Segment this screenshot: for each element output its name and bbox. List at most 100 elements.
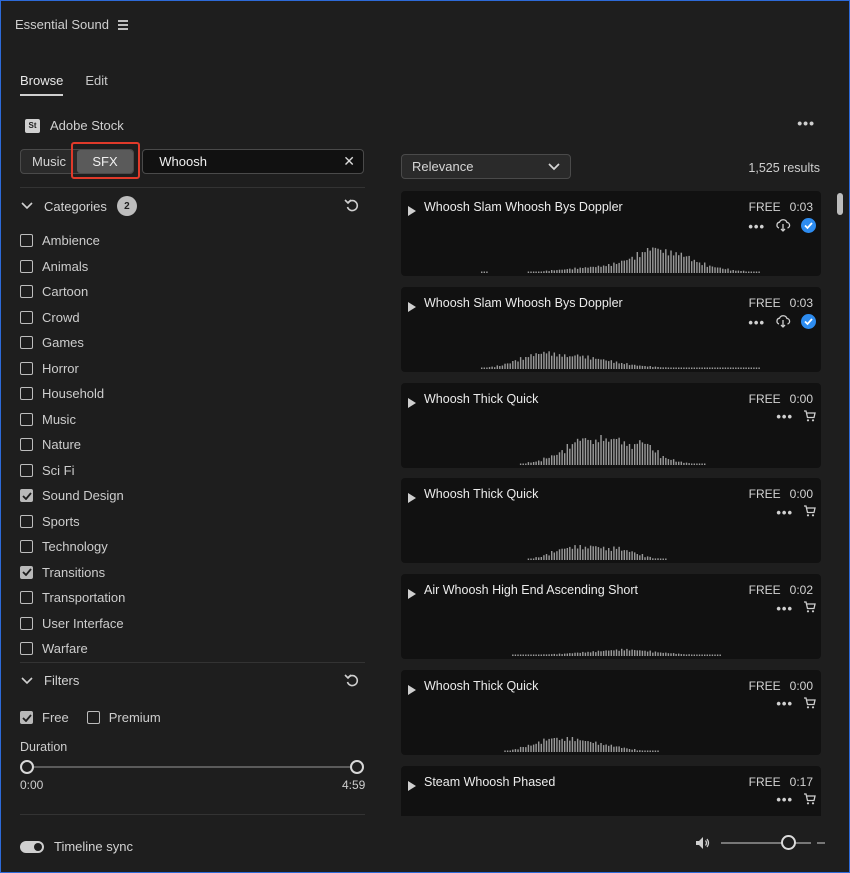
category-checkbox[interactable] <box>20 438 33 452</box>
more-icon[interactable]: ••• <box>748 220 765 233</box>
category-checkbox[interactable] <box>20 540 33 554</box>
reset-categories-icon[interactable] <box>344 197 360 213</box>
play-icon[interactable] <box>408 301 416 312</box>
waveform-bar <box>587 741 589 752</box>
category-item[interactable]: Horror <box>20 356 125 382</box>
category-item[interactable]: Nature <box>20 432 125 458</box>
category-item[interactable]: Transitions <box>20 560 125 586</box>
waveform-bar <box>716 654 719 657</box>
cloud-download-icon[interactable] <box>775 314 791 331</box>
sort-dropdown[interactable]: Relevance <box>401 154 571 179</box>
category-checkbox[interactable] <box>20 361 33 375</box>
sound-result-card[interactable]: Whoosh Thick Quick FREE 0:00 ••• <box>401 478 821 564</box>
cart-icon[interactable] <box>803 409 816 425</box>
volume-slider[interactable] <box>721 835 811 850</box>
filters-chevron-down-icon[interactable] <box>20 674 34 688</box>
tab-edit[interactable]: Edit <box>85 73 107 96</box>
premium-checkbox[interactable] <box>86 711 100 724</box>
panel-menu-icon[interactable] <box>117 20 128 30</box>
waveform[interactable] <box>401 766 821 816</box>
more-icon[interactable]: ••• <box>748 316 765 329</box>
play-icon[interactable] <box>408 493 416 504</box>
category-item[interactable]: Crowd <box>20 305 125 331</box>
more-options-button[interactable]: ••• <box>797 115 815 131</box>
sound-result-card[interactable]: Whoosh Thick Quick FREE 0:00 ••• <box>401 382 821 468</box>
sfx-toggle-button[interactable]: SFX <box>77 150 133 173</box>
category-item[interactable]: Games <box>20 330 125 356</box>
categories-chevron-down-icon[interactable] <box>20 199 34 213</box>
search-input[interactable] <box>159 154 336 169</box>
sound-result-card[interactable]: Whoosh Thick Quick FREE 0:00 ••• <box>401 669 821 755</box>
category-item[interactable]: User Interface <box>20 611 125 637</box>
tab-browse[interactable]: Browse <box>20 73 64 96</box>
clear-search-icon[interactable]: ✕ <box>343 153 355 170</box>
waveform-bar <box>551 738 553 752</box>
category-item[interactable]: Sci Fi <box>20 458 125 484</box>
waveform-bar <box>558 653 561 657</box>
play-icon[interactable] <box>408 206 416 216</box>
category-item[interactable]: Household <box>20 381 125 407</box>
free-checkbox[interactable] <box>20 711 33 724</box>
category-checkbox[interactable] <box>20 642 33 656</box>
waveform-bar <box>610 744 613 752</box>
cart-icon[interactable] <box>803 601 816 616</box>
category-label: Technology <box>42 539 108 555</box>
category-item[interactable]: Ambience <box>20 228 125 254</box>
duration-slider[interactable] <box>20 760 364 774</box>
cloud-download-icon[interactable] <box>775 219 791 235</box>
waveform-bar <box>530 558 532 561</box>
more-icon[interactable]: ••• <box>776 602 793 615</box>
sound-result-card[interactable]: Whoosh Slam Whoosh Bys Doppler FREE 0:03 ••… <box>401 191 821 276</box>
more-icon[interactable]: ••• <box>776 697 793 710</box>
play-icon[interactable] <box>408 397 416 408</box>
waveform-bar <box>691 463 693 465</box>
play-icon[interactable] <box>408 684 416 695</box>
results-scrollbar[interactable] <box>837 193 843 215</box>
cart-icon[interactable] <box>803 697 816 712</box>
category-checkbox[interactable] <box>20 310 33 324</box>
category-checkbox[interactable] <box>20 412 33 426</box>
duration-min-handle[interactable] <box>20 760 34 774</box>
more-icon[interactable]: ••• <box>776 506 793 519</box>
category-item[interactable]: Sound Design <box>20 483 125 509</box>
category-checkbox[interactable] <box>20 336 33 350</box>
category-checkbox[interactable] <box>20 591 33 605</box>
sound-result-card[interactable]: Air Whoosh High End Ascending Short FREE 0… <box>401 574 821 660</box>
cart-icon[interactable] <box>803 505 816 520</box>
volume-handle[interactable] <box>780 835 796 850</box>
timeline-sync-toggle[interactable] <box>20 840 44 853</box>
duration-max-handle[interactable] <box>350 760 364 774</box>
category-checkbox[interactable] <box>20 463 33 477</box>
free-filter[interactable]: Free <box>20 710 69 725</box>
category-checkbox[interactable] <box>20 259 33 273</box>
music-toggle-button[interactable]: Music <box>21 150 77 173</box>
waveform-bar <box>576 548 579 561</box>
category-item[interactable]: Sports <box>20 509 125 535</box>
more-icon[interactable]: ••• <box>776 793 793 806</box>
category-item[interactable]: Warfare <box>20 636 125 662</box>
play-icon[interactable] <box>408 780 416 791</box>
category-item[interactable]: Technology <box>20 534 125 560</box>
categories-count-badge: 2 <box>116 196 137 216</box>
category-item[interactable]: Music <box>20 407 125 433</box>
sound-result-card[interactable]: Steam Whoosh Phased FREE 0:17 ••• <box>401 765 821 816</box>
more-icon[interactable]: ••• <box>776 410 793 423</box>
cart-icon[interactable] <box>803 793 816 808</box>
reset-filters-icon[interactable] <box>344 672 360 688</box>
category-checkbox[interactable] <box>20 489 33 503</box>
category-checkbox[interactable] <box>20 234 33 248</box>
category-checkbox[interactable] <box>20 285 33 299</box>
category-item[interactable]: Transportation <box>20 585 125 611</box>
waveform-bar <box>641 554 644 561</box>
category-checkbox[interactable] <box>20 514 33 528</box>
category-checkbox[interactable] <box>20 616 33 630</box>
category-checkbox[interactable] <box>20 565 33 579</box>
play-icon[interactable] <box>408 589 416 600</box>
sound-result-card[interactable]: Whoosh Slam Whoosh Bys Doppler FREE 0:03 ••… <box>401 286 821 372</box>
speaker-icon[interactable] <box>695 836 711 850</box>
waveform-bar <box>628 748 631 752</box>
category-checkbox[interactable] <box>20 387 33 401</box>
premium-filter[interactable]: Premium <box>86 710 161 725</box>
category-item[interactable]: Cartoon <box>20 279 125 305</box>
category-item[interactable]: Animals <box>20 254 125 280</box>
